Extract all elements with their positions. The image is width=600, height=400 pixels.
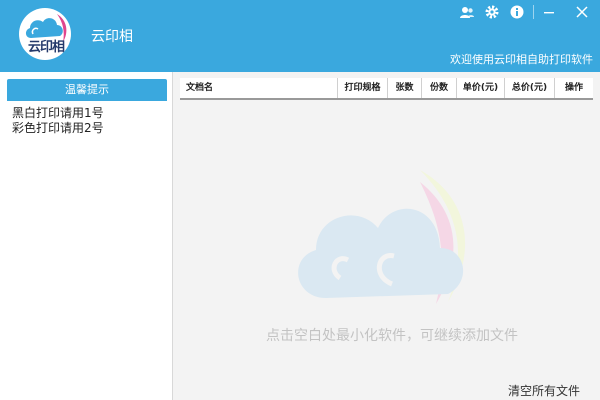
cloud-watermark-icon <box>280 160 500 324</box>
tip-item: 彩色打印请用2号 <box>12 121 104 135</box>
logo-text: 云印相 <box>27 40 65 55</box>
column-header-copies[interactable]: 份数 <box>422 78 457 98</box>
tips-list: 黑白打印请用1号 彩色打印请用2号 <box>12 106 104 136</box>
tips-header: 温馨提示 <box>7 79 167 101</box>
column-header-filename[interactable]: 文档名 <box>180 78 338 98</box>
app-logo: 云印相 <box>19 8 71 60</box>
minimize-icon[interactable] <box>541 4 557 20</box>
user-icon[interactable] <box>459 4 475 20</box>
tip-item: 黑白打印请用1号 <box>12 106 104 120</box>
welcome-text: 欢迎使用云印相自助打印软件 <box>450 53 593 66</box>
info-icon[interactable] <box>509 4 525 20</box>
column-header-action[interactable]: 操作 <box>555 78 593 98</box>
column-header-print-spec[interactable]: 打印规格 <box>338 78 388 98</box>
app-title: 云印相 <box>91 29 133 45</box>
title-separator <box>533 5 534 19</box>
column-header-total-price[interactable]: 总价(元) <box>505 78 555 98</box>
clear-all-files-button[interactable]: 清空所有文件 <box>508 384 580 398</box>
file-table-header: 文档名 打印规格 张数 份数 单价(元) 总价(元) 操作 <box>180 78 593 100</box>
tips-sidebar: 温馨提示 黑白打印请用1号 彩色打印请用2号 <box>0 72 173 400</box>
title-bar: 云印相 云印相 欢迎使用云印相自助打印软件 <box>0 0 600 72</box>
close-icon[interactable] <box>574 4 590 20</box>
minimize-hint: 点击空白处最小化软件，可继续添加文件 <box>266 328 518 344</box>
column-header-unit-price[interactable]: 单价(元) <box>457 78 505 98</box>
gear-icon[interactable] <box>484 4 500 20</box>
column-header-sheets[interactable]: 张数 <box>388 78 422 98</box>
